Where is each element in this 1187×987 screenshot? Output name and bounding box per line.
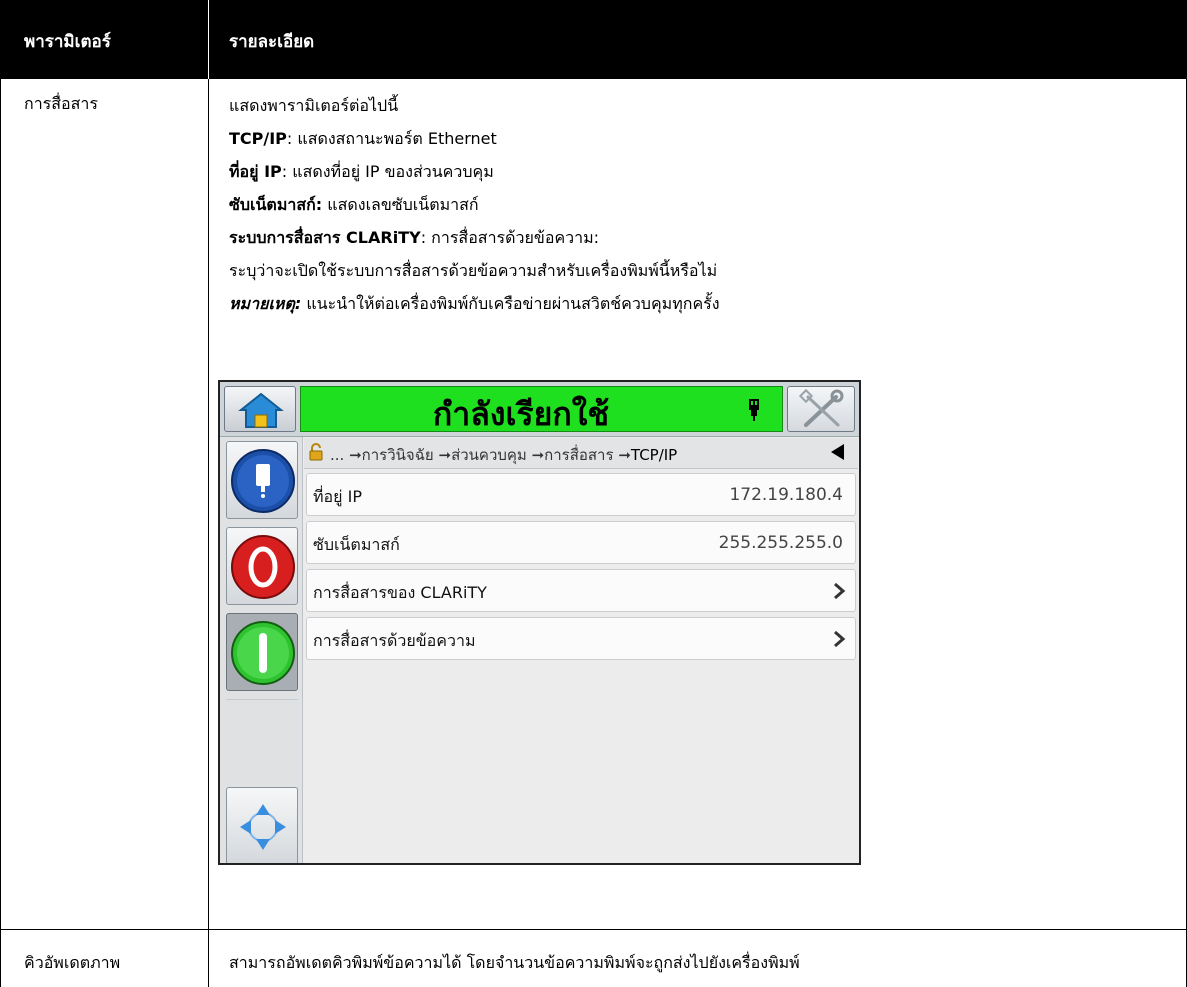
desc-line-clarity: ระบบการสื่อสาร CLARiTY: การสื่อสารด้วยข้… (229, 228, 600, 247)
desc-line-tcpip: TCP/IP: แสดงสถานะพอร์ต Ethernet (229, 129, 497, 148)
item-label: การสื่อสารด้วยข้อความ (313, 631, 476, 650)
breadcrumb-path: ... ➞การวินิจฉัย ➞ส่วนควบคุม ➞การสื่อสาร… (330, 446, 678, 464)
tools-button[interactable] (787, 386, 855, 432)
item-label: ซับเน็ตมาสก์ (313, 535, 400, 554)
start-button[interactable] (226, 613, 298, 691)
breadcrumb-current: TCP/IP (630, 446, 678, 464)
list-item-subnet-mask[interactable]: ซับเน็ตมาสก์ 255.255.255.0 (306, 521, 856, 564)
chevron-right-icon (834, 582, 846, 600)
stop-icon (231, 535, 295, 599)
list-item-message-communication[interactable]: การสื่อสารด้วยข้อความ (306, 617, 856, 660)
plug-icon (749, 399, 759, 421)
ink-status-button[interactable] (226, 441, 298, 519)
lock-icon (309, 443, 323, 461)
home-button[interactable] (224, 386, 296, 432)
list-item-clarity-communication[interactable]: การสื่อสารของ CLARiTY (306, 569, 856, 612)
image-update-queue-description: สามารถอัพเดตคิวพิมพ์ข้อความได้ โดยจำนวนข… (229, 953, 800, 972)
navigation-arrows-icon (240, 804, 286, 850)
desc-extra: ระบุว่าจะเปิดใช้ระบบการสื่อสารด้วยข้อควา… (229, 261, 718, 280)
header-parameter: พารามิเตอร์ (24, 32, 111, 52)
start-icon (231, 621, 295, 685)
desc-line-subnet: ซับเน็ตมาสก์: แสดงเลขซับเน็ตมาสก์ (229, 195, 479, 214)
item-label: ที่อยู่ IP (313, 487, 362, 506)
printer-screen: กำลังเรียกใช้ ... ➞การวินิจฉัย ➞ส่วนควบค… (218, 380, 861, 865)
desc-intro: แสดงพารามิเตอร์ต่อไปนี้ (229, 96, 399, 115)
breadcrumb-item[interactable]: ส่วนควบคุม (451, 446, 527, 464)
back-arrow-icon[interactable] (831, 444, 844, 460)
param-communication: การสื่อสาร (24, 94, 98, 113)
param-image-update-queue: คิวอัพเดตภาพ (24, 953, 121, 972)
ink-cartridge-icon (231, 449, 295, 513)
item-value: 255.255.255.0 (718, 533, 843, 553)
communication-description: แสดงพารามิเตอร์ต่อไปนี้ TCP/IP: แสดงสถาน… (229, 94, 1169, 354)
list-item-ip-address[interactable]: ที่อยู่ IP 172.19.180.4 (306, 473, 856, 516)
wrench-screwdriver-icon (798, 388, 844, 427)
top-bar: กำลังเรียกใช้ (220, 382, 859, 437)
breadcrumb-item[interactable]: การวินิจฉัย (362, 446, 434, 464)
table-header: พารามิเตอร์ รายละเอียด (0, 0, 1187, 79)
item-value: 172.19.180.4 (729, 485, 843, 505)
home-icon (238, 392, 284, 428)
stop-button[interactable] (226, 527, 298, 605)
desc-line-ip: ที่อยู่ IP: แสดงที่อยู่ IP ของส่วนควบคุม (229, 162, 494, 181)
side-toolbar (220, 437, 303, 863)
desc-note: หมายเหตุ: แนะนำให้ต่อเครื่องพิมพ์กับเครื… (229, 294, 720, 313)
status-banner: กำลังเรียกใช้ (300, 386, 783, 433)
breadcrumb-prefix: ... (330, 446, 345, 464)
breadcrumb-item[interactable]: การสื่อสาร (544, 446, 613, 464)
status-text: กำลังเรียกใช้ (432, 395, 610, 433)
navigation-button[interactable] (226, 787, 298, 863)
chevron-right-icon (834, 630, 846, 648)
breadcrumb: ... ➞การวินิจฉัย ➞ส่วนควบคุม ➞การสื่อสาร… (304, 438, 858, 469)
side-empty-slot (226, 699, 298, 789)
header-description: รายละเอียด (229, 32, 315, 52)
item-label: การสื่อสารของ CLARiTY (313, 583, 487, 602)
